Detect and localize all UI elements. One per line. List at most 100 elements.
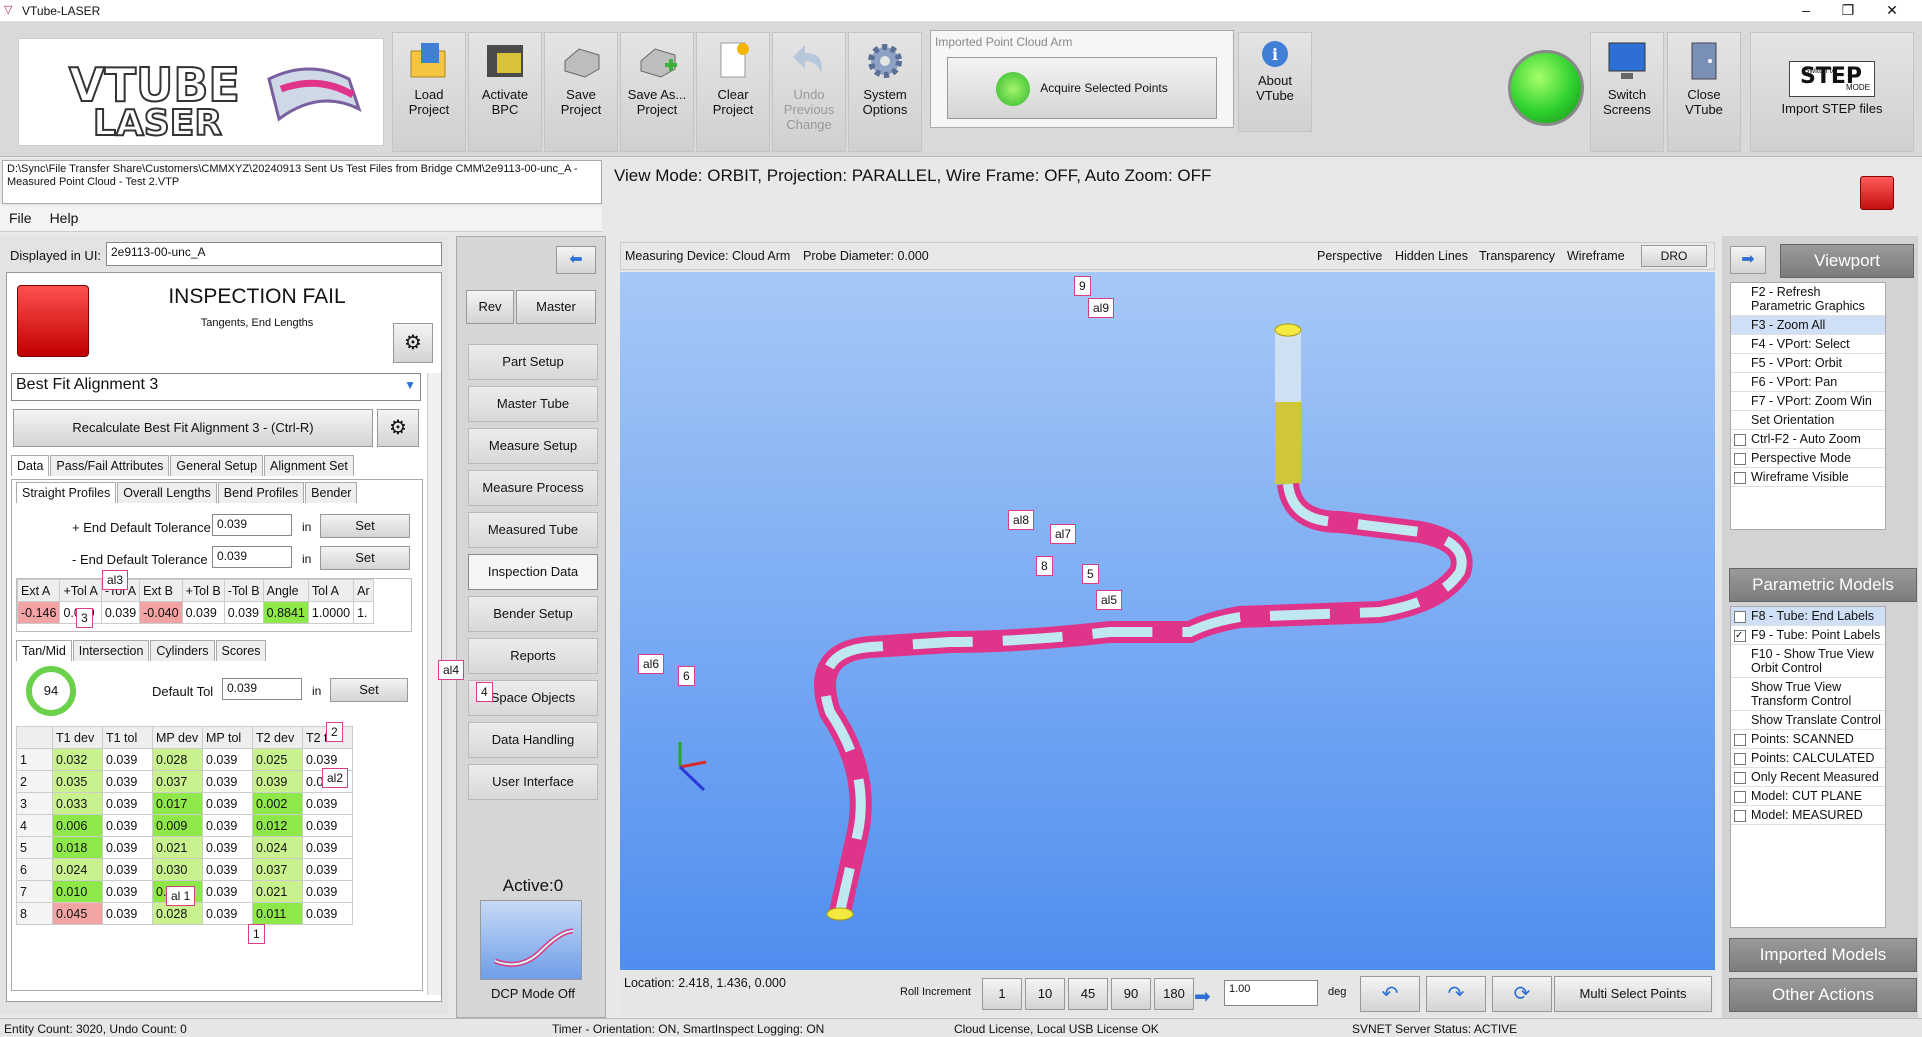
point-label[interactable]: al3 xyxy=(102,570,129,590)
perspective-toggle[interactable]: Perspective xyxy=(1317,249,1382,263)
viewport-command-item[interactable]: Ctrl-F2 - Auto Zoom xyxy=(1731,430,1885,449)
point-label[interactable]: al4 xyxy=(438,660,465,680)
set-plus-tolerance-button[interactable]: Set xyxy=(320,514,410,538)
viewport-command-item[interactable]: F6 - VPort: Pan xyxy=(1731,373,1885,392)
stop-indicator-button[interactable] xyxy=(1860,176,1894,210)
undo-button[interactable]: Undo Previous Change xyxy=(772,32,846,152)
set-default-tolerance-button[interactable]: Set xyxy=(330,678,408,702)
set-minus-tolerance-button[interactable]: Set xyxy=(320,546,410,570)
nav-button-9[interactable]: Data Handling xyxy=(468,722,598,758)
point-label[interactable]: 6 xyxy=(678,666,695,686)
other-actions-header[interactable]: Other Actions xyxy=(1729,978,1917,1012)
close-window-icon[interactable]: ✕ xyxy=(1872,0,1912,22)
checkbox[interactable] xyxy=(1734,791,1746,803)
rotate-right-icon[interactable]: ↷ xyxy=(1426,976,1486,1012)
point-label[interactable]: 5 xyxy=(1082,564,1099,584)
roll-increment-button[interactable]: 1 xyxy=(982,978,1022,1010)
parametric-option-item[interactable]: F8 - Tube: End Labels xyxy=(1731,607,1885,626)
connection-status-indicator[interactable] xyxy=(1508,50,1584,126)
roll-increment-button[interactable]: 45 xyxy=(1068,978,1108,1010)
close-vtube-button[interactable]: Close VTube xyxy=(1667,32,1741,152)
load-project-button[interactable]: Load Project xyxy=(392,32,466,152)
expand-arrow-icon[interactable]: ➡ xyxy=(1730,246,1766,274)
table-row[interactable]: 20.0350.0390.0370.0390.0390.039 xyxy=(16,770,353,793)
checkbox[interactable] xyxy=(1734,772,1746,784)
point-label[interactable]: 2 xyxy=(326,722,343,742)
about-vtube-button[interactable]: i About VTube xyxy=(1238,32,1312,132)
save-project-button[interactable]: Save Project xyxy=(544,32,618,152)
dcp-preview-thumbnail[interactable] xyxy=(480,900,582,980)
nav-button-4[interactable]: Measured Tube xyxy=(468,512,598,548)
table-row[interactable]: 5 0.018 0.039 0.021 0.039 0.024 0.039 xyxy=(16,836,353,859)
restore-icon[interactable]: ❐ xyxy=(1828,0,1868,22)
nav-button-5[interactable]: Inspection Data xyxy=(468,554,598,590)
collapse-arrow-icon[interactable]: ⬅ xyxy=(556,246,596,274)
table-row[interactable]: 1 0.032 0.039 0.028 0.039 0.025 0.039 xyxy=(16,748,353,771)
point-label[interactable]: al2 xyxy=(322,768,349,788)
alignment-select[interactable]: Best Fit Alignment 3 ▼ xyxy=(11,373,421,401)
nav-button-3[interactable]: Measure Process xyxy=(468,470,598,506)
table-row[interactable]: 4 0.006 0.039 0.009 0.039 0.012 0.039 xyxy=(16,814,353,837)
table-row[interactable]: -0.1460.0390.039-0.0400.0390.0390.88411.… xyxy=(17,601,374,624)
minimize-icon[interactable]: – xyxy=(1786,0,1826,22)
roll-value-input[interactable]: 1.00 xyxy=(1224,980,1318,1006)
roll-increment-button[interactable]: 10 xyxy=(1025,978,1065,1010)
hidden-lines-toggle[interactable]: Hidden Lines xyxy=(1395,249,1468,263)
rotate-left-icon[interactable]: ↶ xyxy=(1360,976,1420,1012)
roll-increment-button[interactable]: 180 xyxy=(1154,978,1194,1010)
point-label[interactable]: al 1 xyxy=(166,886,196,906)
parametric-models-header[interactable]: Parametric Models xyxy=(1729,568,1917,602)
project-path-field[interactable]: D:\Sync\File Transfer Share\Customers\CM… xyxy=(2,160,602,204)
parametric-option-item[interactable]: Model: MEASURED xyxy=(1731,806,1885,825)
switch-screens-button[interactable]: Switch Screens xyxy=(1590,32,1664,152)
alignment-gear-icon[interactable]: ⚙ xyxy=(377,409,419,447)
viewport-command-item[interactable]: F5 - VPort: Orbit xyxy=(1731,354,1885,373)
viewport-command-item[interactable]: F4 - VPort: Select xyxy=(1731,335,1885,354)
system-options-button[interactable]: System Options xyxy=(848,32,922,152)
nav-button-6[interactable]: Bender Setup xyxy=(468,596,598,632)
menu-file[interactable]: File xyxy=(0,206,41,230)
point-label[interactable]: 3 xyxy=(76,608,93,628)
multi-select-points-button[interactable]: Multi Select Points xyxy=(1554,976,1712,1012)
nav-button-0[interactable]: Part Setup xyxy=(468,344,598,380)
tab-bend-profiles[interactable]: Bend Profiles xyxy=(217,482,305,503)
nav-button-7[interactable]: Reports xyxy=(468,638,598,674)
tab-pass-fail[interactable]: Pass/Fail Attributes xyxy=(50,455,170,476)
activate-bpc-button[interactable]: Activate BPC xyxy=(468,32,542,152)
parametric-option-item[interactable]: ✓ F9 - Tube: Point Labels xyxy=(1731,626,1885,645)
tab-alignment-setup[interactable]: Alignment Set xyxy=(264,455,354,476)
checkbox[interactable] xyxy=(1734,753,1746,765)
save-as-project-button[interactable]: Save As... Project xyxy=(620,32,694,152)
nav-button-2[interactable]: Measure Setup xyxy=(468,428,598,464)
clear-project-button[interactable]: Clear Project xyxy=(696,32,770,152)
viewport-command-item[interactable]: Perspective Mode xyxy=(1731,449,1885,468)
table-row[interactable]: 3 0.033 0.039 0.017 0.039 0.002 0.039 xyxy=(16,792,353,815)
point-label[interactable]: al7 xyxy=(1050,524,1077,544)
minus-end-tolerance-input[interactable]: 0.039 xyxy=(212,546,292,568)
point-label[interactable]: al9 xyxy=(1088,298,1115,318)
parametric-option-item[interactable]: Model: CUT PLANE xyxy=(1731,787,1885,806)
master-button[interactable]: Master xyxy=(516,290,596,324)
point-label[interactable]: 9 xyxy=(1074,276,1091,296)
point-label[interactable]: 1 xyxy=(248,924,265,944)
tab-tan-mid[interactable]: Tan/Mid xyxy=(16,640,72,661)
checkbox[interactable] xyxy=(1734,810,1746,822)
nav-button-1[interactable]: Master Tube xyxy=(468,386,598,422)
transparency-toggle[interactable]: Transparency xyxy=(1479,249,1555,263)
viewport-command-item[interactable]: Set Orientation xyxy=(1731,411,1885,430)
menu-help[interactable]: Help xyxy=(41,206,88,230)
viewport-command-item[interactable]: Wireframe Visible xyxy=(1731,468,1885,487)
default-tolerance-input[interactable]: 0.039 xyxy=(222,678,302,700)
tab-straight-profiles[interactable]: Straight Profiles xyxy=(16,482,117,503)
recalculate-alignment-button[interactable]: Recalculate Best Fit Alignment 3 - (Ctrl… xyxy=(13,409,373,447)
viewport-command-item[interactable]: F2 - Refresh Parametric Graphics xyxy=(1731,283,1885,316)
reset-rotation-icon[interactable]: ⟳ xyxy=(1492,976,1552,1012)
import-step-button[interactable]: Switch to STEP MODE Import STEP files xyxy=(1750,32,1914,152)
viewport-command-item[interactable]: F7 - VPort: Zoom Win xyxy=(1731,392,1885,411)
nav-button-10[interactable]: User Interface xyxy=(468,764,598,800)
left-panel-scrollbar[interactable] xyxy=(427,373,441,995)
viewport-command-item[interactable]: F3 - Zoom All xyxy=(1731,316,1885,335)
tab-cylinders[interactable]: Cylinders xyxy=(150,640,215,661)
checkbox[interactable] xyxy=(1734,611,1746,623)
viewport-section-header[interactable]: Viewport xyxy=(1780,244,1914,278)
